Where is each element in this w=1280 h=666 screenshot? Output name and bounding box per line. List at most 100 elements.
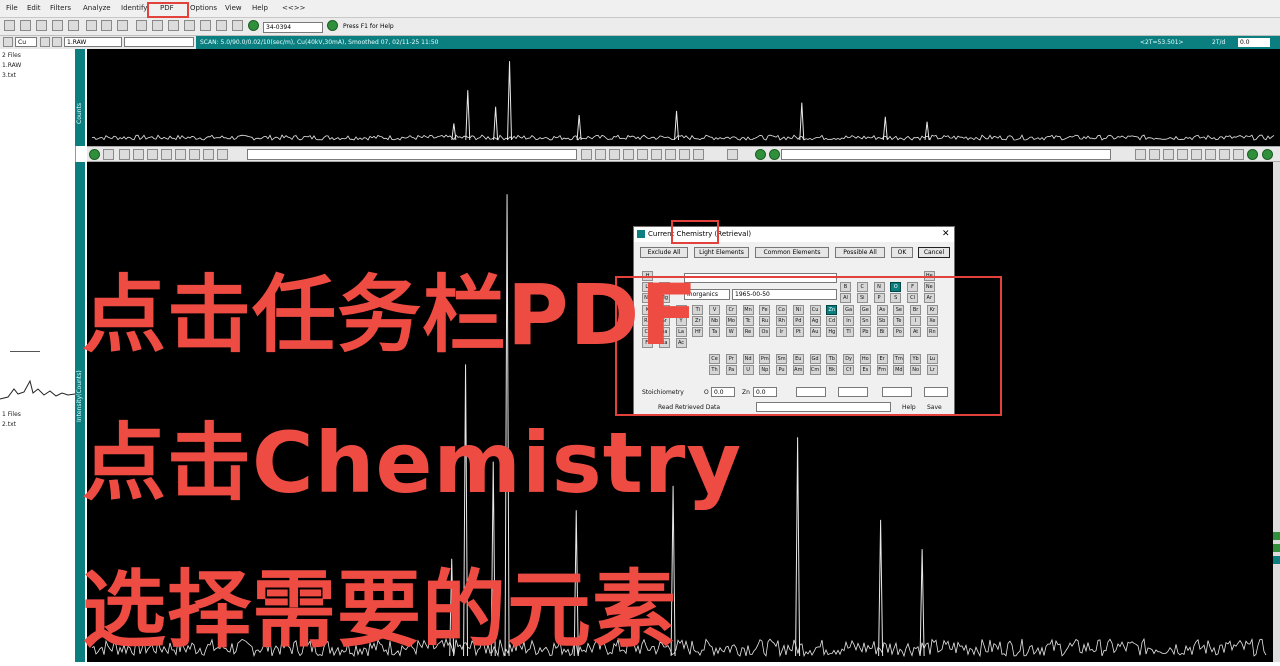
strip-button-icon[interactable]	[1273, 544, 1280, 552]
status-hint: Press F1 for Help	[343, 23, 394, 30]
chart-icon[interactable]	[136, 20, 147, 31]
close-icon[interactable]: ✕	[942, 227, 950, 242]
fit-icon[interactable]	[36, 20, 47, 31]
stop-icon[interactable]	[103, 149, 114, 160]
zoom-in-icon[interactable]	[119, 149, 130, 160]
file-item[interactable]: 2.txt	[2, 421, 16, 428]
menu-bar: File Edit Filters Analyze Identify PDF O…	[0, 0, 1280, 18]
menu-identify[interactable]: Identify	[121, 4, 147, 12]
file-item[interactable]: 3.txt	[2, 72, 16, 79]
bar-chart-icon[interactable]	[623, 149, 634, 160]
help-plot-icon[interactable]	[769, 149, 780, 160]
pan-right-icon[interactable]	[161, 149, 172, 160]
overlay-select[interactable]	[247, 149, 577, 160]
diffraction-peak	[507, 61, 513, 141]
export-icon[interactable]	[68, 20, 79, 31]
globe-icon[interactable]	[248, 20, 259, 31]
label-icon[interactable]	[203, 149, 214, 160]
background-icon[interactable]	[679, 149, 690, 160]
list-icon[interactable]	[200, 20, 211, 31]
possible-all-button[interactable]: Possible All	[835, 247, 885, 258]
caption-step-3: 选择需要的元素	[82, 561, 678, 659]
search-peak-icon[interactable]	[581, 149, 592, 160]
save-icon[interactable]	[101, 20, 112, 31]
overview-plot[interactable]	[87, 49, 1280, 146]
tool-c-icon[interactable]	[1163, 149, 1174, 160]
tool-a-icon[interactable]	[1135, 149, 1146, 160]
currency-icon[interactable]	[693, 149, 704, 160]
plot-toolbar	[87, 146, 1280, 162]
common-elements-button[interactable]: Common Elements	[755, 247, 829, 258]
percent-icon[interactable]	[232, 20, 243, 31]
layers-icon[interactable]	[52, 37, 62, 47]
raw-select[interactable]: 1.RAW	[64, 37, 122, 47]
chemistry-highlight	[671, 220, 719, 244]
tool-f-icon[interactable]	[1205, 149, 1216, 160]
two-theta-d-toggle[interactable]: 2T/d	[1212, 36, 1225, 49]
ok-button[interactable]: OK	[891, 247, 913, 258]
table-icon[interactable]	[216, 20, 227, 31]
diffraction-peak	[795, 437, 801, 657]
menu-help[interactable]: Help	[252, 4, 268, 12]
zoom-out-icon[interactable]	[133, 149, 144, 160]
menu-options[interactable]: Options	[190, 4, 217, 12]
tool-b-icon[interactable]	[1149, 149, 1160, 160]
overview-pattern-svg[interactable]	[87, 49, 1280, 146]
copy-icon[interactable]	[117, 20, 128, 31]
zoom-icon[interactable]	[152, 20, 163, 31]
caption-step-2: 点击Chemistry	[82, 414, 743, 512]
pan-left-icon[interactable]	[147, 149, 158, 160]
scan-number-field[interactable]	[124, 37, 194, 47]
two-theta-value[interactable]: 0.0	[1238, 38, 1270, 47]
strip-button-icon[interactable]	[1273, 556, 1280, 564]
tool-e-icon[interactable]	[1191, 149, 1202, 160]
menu-filters[interactable]: Filters	[50, 4, 71, 12]
text-icon[interactable]	[609, 149, 620, 160]
menu-file[interactable]: File	[6, 4, 18, 12]
color-grid-icon[interactable]	[755, 149, 766, 160]
help-icon[interactable]	[1262, 149, 1273, 160]
top-ylabel: Counts	[76, 103, 83, 124]
scale-icon[interactable]	[175, 149, 186, 160]
pdf-menu-highlight	[147, 2, 189, 18]
overlay-select-2[interactable]	[781, 149, 1111, 160]
pdf-number-field[interactable]: 34-0394	[263, 22, 323, 33]
top-files-header: 2 Files	[2, 52, 21, 59]
refresh-icon[interactable]	[184, 20, 195, 31]
tool-g-icon[interactable]	[1219, 149, 1230, 160]
file-list-panel: 2 Files 1.RAW 3.txt 1 Files 2.txt	[0, 49, 76, 661]
menu-analyze[interactable]: Analyze	[83, 4, 111, 12]
element-select[interactable]: Cu	[15, 37, 37, 47]
find-icon[interactable]	[595, 149, 606, 160]
peak-icon[interactable]	[20, 20, 31, 31]
diffraction-peak	[493, 106, 499, 141]
strip-button-icon[interactable]	[1273, 532, 1280, 540]
file-item[interactable]: 1.RAW	[2, 62, 21, 69]
thumbnail-plot[interactable]	[0, 359, 75, 404]
print-icon[interactable]	[86, 20, 97, 31]
tool-d-icon[interactable]	[1177, 149, 1188, 160]
light-elements-button[interactable]: Light Elements	[694, 247, 749, 258]
grid-icon[interactable]	[40, 37, 50, 47]
caption-step-1: 点击任务栏PDF	[82, 266, 699, 364]
search-pdf-icon[interactable]	[327, 20, 338, 31]
tool-h-icon[interactable]	[1233, 149, 1244, 160]
exclude-all-button[interactable]: Exclude All	[640, 247, 688, 258]
menu-view[interactable]: View	[225, 4, 242, 12]
marker-icon[interactable]	[637, 149, 648, 160]
baseline-trace	[91, 134, 1275, 141]
cursor-icon[interactable]	[217, 149, 228, 160]
open-icon[interactable]	[4, 20, 15, 31]
fit-peak-icon[interactable]	[665, 149, 676, 160]
palette-icon[interactable]	[727, 149, 738, 160]
minus-icon[interactable]	[168, 20, 179, 31]
menu-more[interactable]: <<>>	[282, 4, 305, 12]
tool-i-icon[interactable]	[1247, 149, 1258, 160]
menu-edit[interactable]: Edit	[27, 4, 41, 12]
file-icon[interactable]	[3, 37, 13, 47]
cancel-button[interactable]: Cancel	[918, 247, 950, 258]
image-icon[interactable]	[52, 20, 63, 31]
measure-icon[interactable]	[651, 149, 662, 160]
grid-toggle-icon[interactable]	[189, 149, 200, 160]
refresh-plot-icon[interactable]	[89, 149, 100, 160]
